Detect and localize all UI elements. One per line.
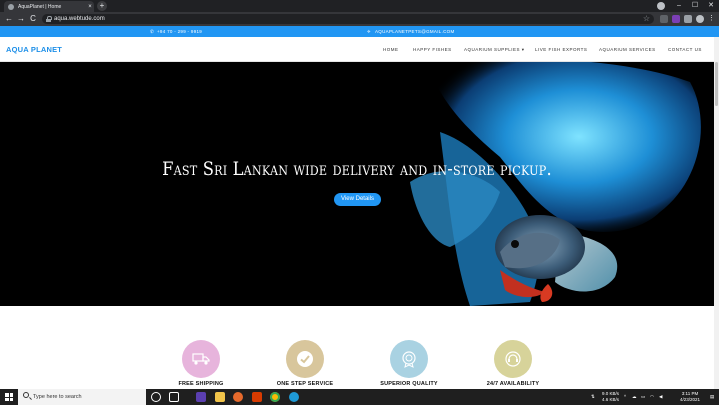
extensions-puzzle-icon[interactable] (684, 15, 692, 23)
feature-label: 24/7 AVAILABILITY (486, 381, 540, 387)
profile-avatar[interactable] (657, 2, 665, 10)
clock-date: 4/23/2021 (679, 397, 701, 402)
feature-circle (390, 340, 428, 378)
betta-fish-image (410, 62, 701, 306)
extension-icon[interactable] (672, 15, 680, 23)
nav-live-fish-exports[interactable]: LIVE FISH EXPORTS (535, 37, 587, 62)
reload-button[interactable]: C (28, 14, 38, 24)
network-download-speed: 4.6 KB/s (602, 397, 620, 402)
email-address[interactable]: AQUAPLANETPETS@GMAIL.COM (375, 26, 455, 37)
back-button[interactable]: ← (4, 14, 14, 24)
minimize-button[interactable]: – (671, 0, 687, 12)
cloud-icon[interactable]: ☁ (632, 389, 637, 405)
menu-kebab-icon[interactable]: ⋮ (708, 15, 716, 23)
phone-icon: ✆ (150, 29, 155, 34)
lock-icon (46, 16, 52, 22)
address-bar[interactable]: aqua.webtude.com ☆ (42, 14, 654, 24)
windows-taskbar: Type here to search ⇅ 9.0 KB/s 4.6 KB/s … (0, 389, 719, 405)
browser-tab[interactable]: AquaPlanet | Home × (4, 1, 94, 12)
feature-label: SUPERIOR QUALITY (380, 381, 438, 387)
feature-one-step-service: ONE STEP SERVICE (265, 340, 345, 387)
profile-icon[interactable] (696, 15, 704, 23)
new-tab-button[interactable]: + (97, 1, 107, 11)
close-window-button[interactable]: ✕ (703, 0, 719, 12)
feature-superior-quality: SUPERIOR QUALITY (369, 340, 449, 387)
features-section: FREE SHIPPING ONE STEP SERVICE SUPERIOR … (0, 306, 714, 389)
nav-contact-us[interactable]: CONTACT US (668, 37, 702, 62)
browser-tab-strip: AquaPlanet | Home × + – ☐ ✕ (0, 0, 719, 12)
app-icon[interactable] (196, 392, 206, 402)
feature-24-7-availability: 24/7 AVAILABILITY (473, 340, 553, 387)
nav-aquarium-services[interactable]: AQUARIUM SERVICES (599, 37, 656, 62)
hero-title: Fast Sri Lankan wide delivery and in-sto… (162, 158, 552, 180)
scrollbar-thumb[interactable] (715, 62, 718, 106)
hero-banner: Fast Sri Lankan wide delivery and in-sto… (0, 62, 714, 306)
site-navbar: AQUA PLANET HOME HAPPY FISHES AQUARIUM S… (0, 37, 719, 62)
nav-aquarium-supplies[interactable]: AQUARIUM SUPPLIES ▾ (464, 37, 525, 62)
feature-label: ONE STEP SERVICE (276, 381, 334, 387)
edge-icon[interactable] (289, 392, 299, 402)
wifi-icon[interactable]: ◠ (650, 389, 654, 405)
feature-circle (286, 340, 324, 378)
site-logo[interactable]: AQUA PLANET (6, 37, 62, 62)
check-icon (297, 351, 313, 367)
phone-number[interactable]: +94 70 - 299 - 9919 (157, 26, 202, 37)
forward-button[interactable]: → (16, 14, 26, 24)
network-icon[interactable]: ▭ (641, 389, 645, 405)
chrome-icon[interactable] (270, 392, 280, 402)
windows-start-icon[interactable] (5, 393, 13, 401)
search-icon (23, 392, 29, 398)
volume-icon[interactable]: ◀ (659, 389, 662, 405)
system-clock[interactable]: 3:11 PM 4/23/2021 (672, 391, 708, 403)
contact-topbar: ✆ +94 70 - 299 - 9919 ✈ AQUAPLANETPETS@G… (0, 26, 719, 37)
site-favicon-icon (8, 3, 14, 10)
extension-icon[interactable] (660, 15, 668, 23)
medal-icon (402, 351, 416, 368)
nav-home[interactable]: HOME (383, 37, 399, 62)
feature-circle (494, 340, 532, 378)
support-icon (505, 351, 521, 367)
nav-happy-fishes[interactable]: HAPPY FISHES (413, 37, 452, 62)
feature-label: FREE SHIPPING (178, 381, 224, 387)
tab-title: AquaPlanet | Home (18, 3, 62, 10)
truck-icon (192, 353, 210, 365)
tab-close-icon[interactable]: × (86, 4, 94, 10)
maximize-button[interactable]: ☐ (687, 0, 703, 12)
network-speed-arrows-icon: ⇅ (591, 394, 595, 399)
url-text: aqua.webtude.com (54, 16, 105, 22)
view-details-button[interactable]: View Details (334, 193, 381, 206)
file-explorer-icon[interactable] (215, 392, 225, 402)
taskbar-search-placeholder: Type here to search (33, 394, 82, 400)
tray-overflow-icon[interactable]: ^ (624, 389, 626, 405)
task-view-icon[interactable] (169, 392, 179, 402)
office-icon[interactable] (252, 392, 262, 402)
email-icon: ✈ (367, 29, 372, 34)
notifications-icon[interactable]: ▤ (710, 389, 714, 405)
firefox-icon[interactable] (233, 392, 243, 402)
bookmark-star-icon[interactable]: ☆ (643, 14, 650, 24)
taskbar-search-box[interactable]: Type here to search (18, 389, 146, 405)
feature-circle (182, 340, 220, 378)
feature-free-shipping: FREE SHIPPING (161, 340, 241, 387)
cortana-icon[interactable] (151, 392, 161, 402)
browser-toolbar: ← → C aqua.webtude.com ☆ ⋮ (0, 12, 719, 26)
